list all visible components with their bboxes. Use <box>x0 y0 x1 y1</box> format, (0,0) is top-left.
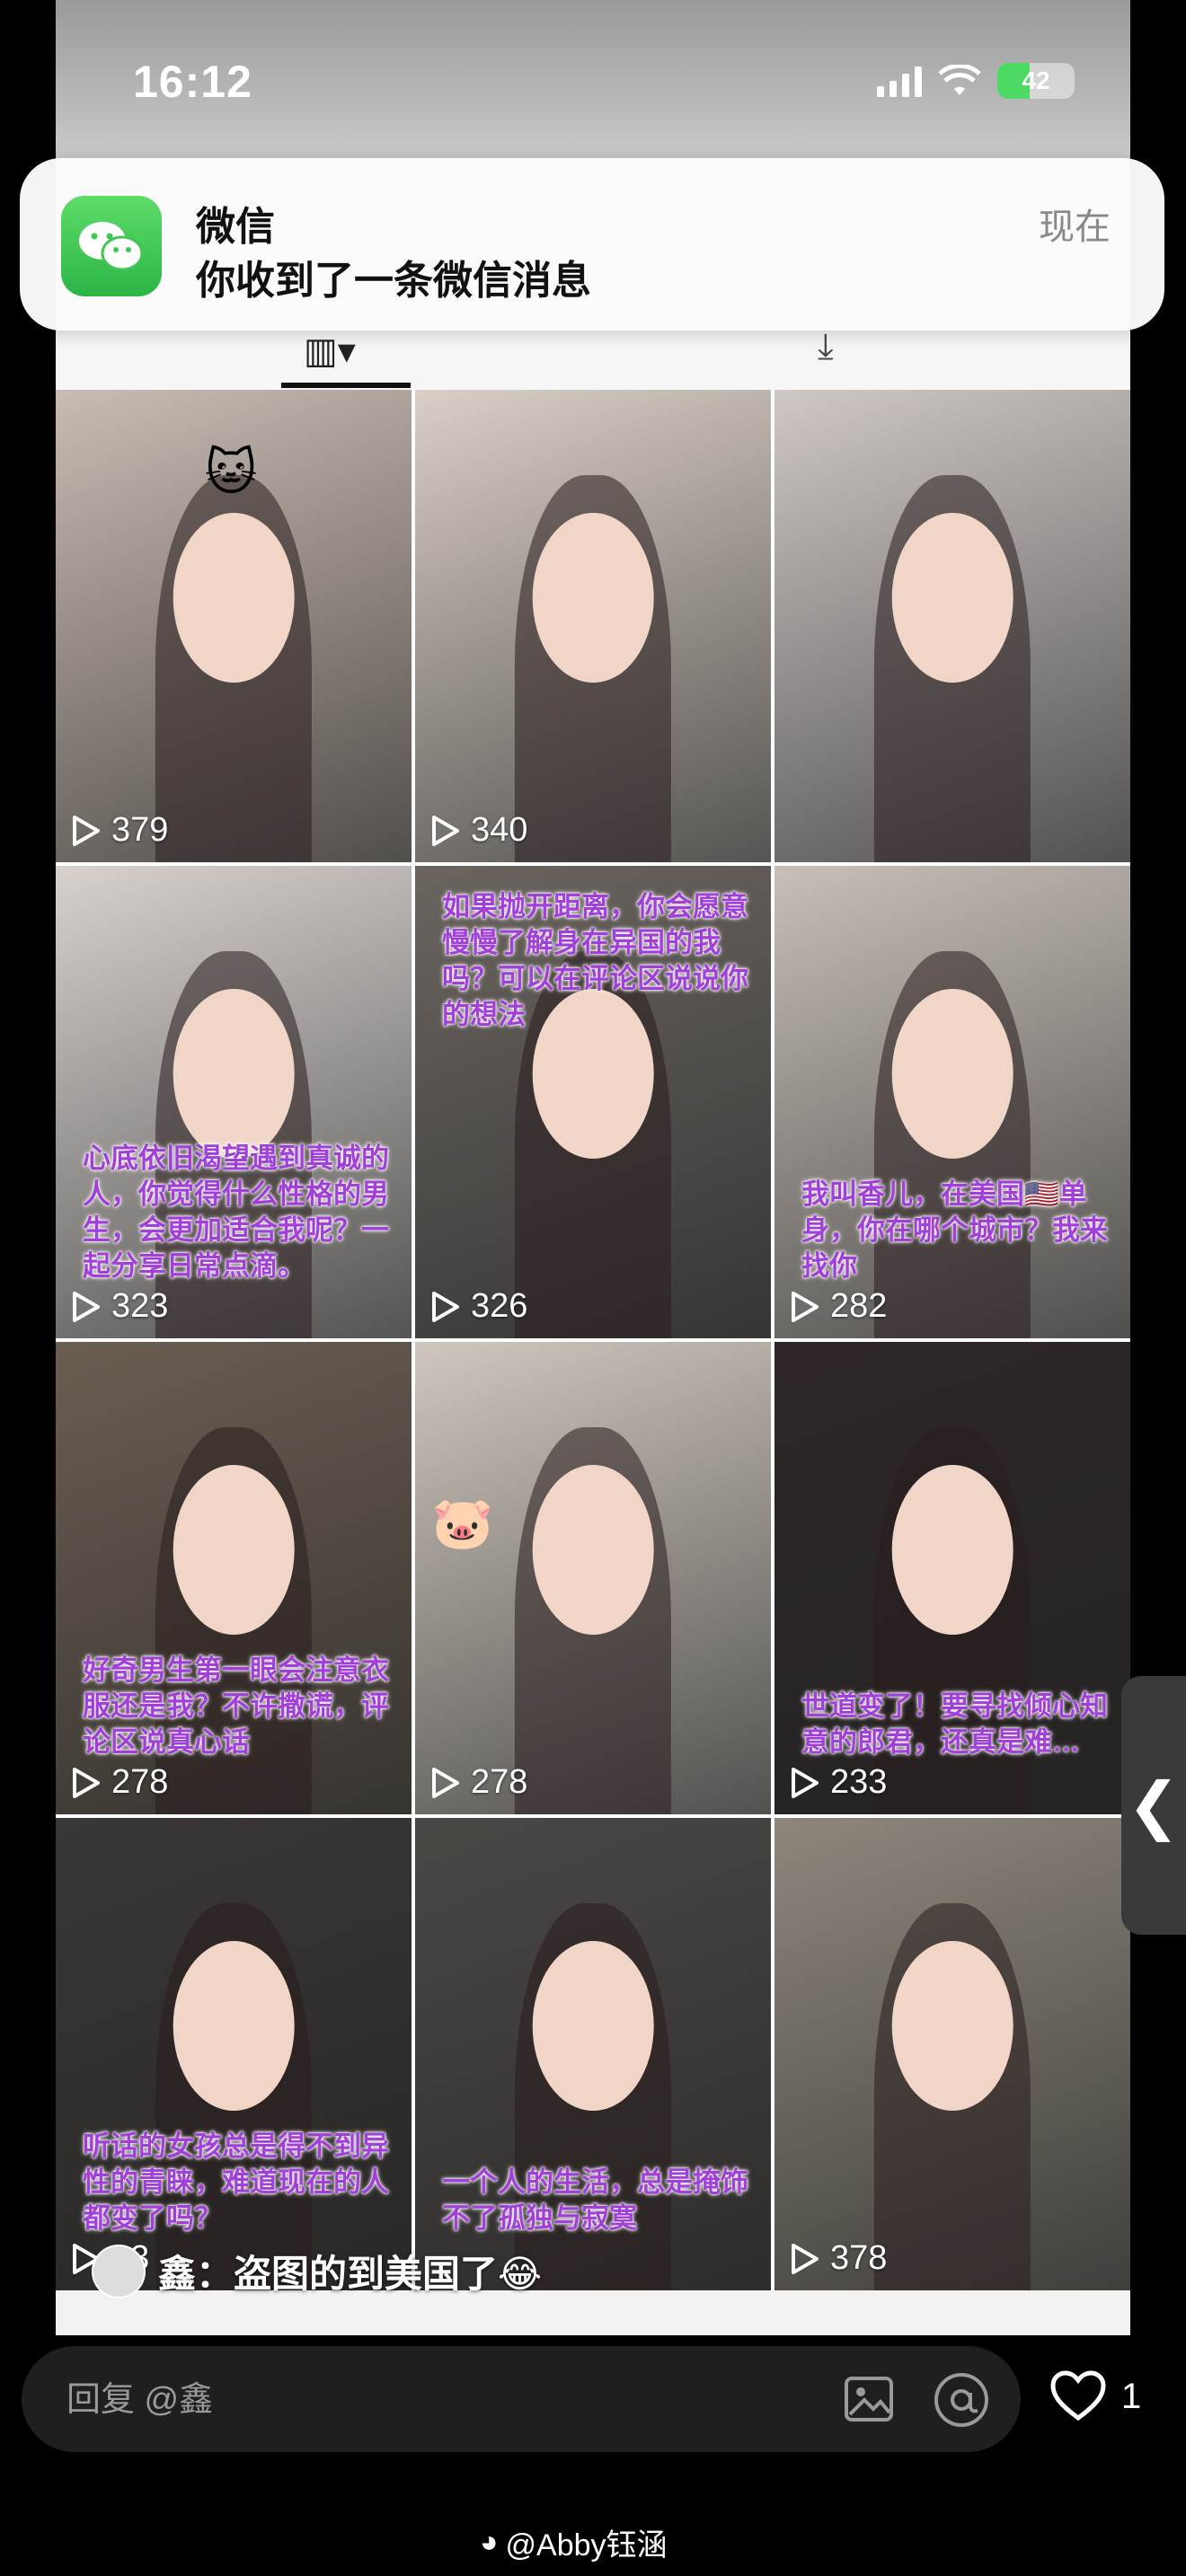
play-icon <box>432 815 459 846</box>
weibo-icon: ◕ <box>480 2525 499 2559</box>
avatar <box>92 2244 146 2298</box>
sticker: 🐱 <box>204 444 258 500</box>
video-thumbnail[interactable]: 340 <box>415 390 771 862</box>
thumbnail-caption: 世道变了！要寻找倾心知意的郎君，还真是难… <box>801 1690 1108 1758</box>
thumbnail-caption: 如果抛开距离，你会愿意慢慢了解身在异国的我吗？可以在评论区说说你的想法 <box>442 891 748 1030</box>
thumbnail-face <box>891 1940 1013 2112</box>
thumbnail-caption: 听话的女孩总是得不到异性的青睐，难道现在的人都变了吗？ <box>83 2130 389 2234</box>
thumbnail-caption: 心底依旧渴望遇到真诚的人，你觉得什么性格的男生，会更加适合我呢？一起分享日常点滴… <box>83 1142 389 1282</box>
play-icon <box>792 2243 819 2274</box>
video-thumbnail[interactable]: 我叫香儿，在美国🇺🇸单身，你在哪个城市？我来找你 282 <box>774 866 1130 1338</box>
status-indicators: 42 <box>877 63 1075 99</box>
video-grid: 🐱 379 340 心底依旧渴望遇到真诚的人，你觉得什么性格的男生，会更加适合我呢？一… <box>56 390 1130 2290</box>
view-count: 278 <box>70 1763 168 1802</box>
screen: 16:12 42 ▥▾ ⤓ 🐱 379 340 心底依旧渴望遇到真诚的人，你觉得什么性… <box>56 0 1130 2335</box>
cellular-signal-icon <box>877 65 922 97</box>
page: 16:12 42 ▥▾ ⤓ 🐱 379 340 心底依旧渴望遇到真诚的人，你觉得什么性… <box>0 0 1186 2576</box>
thumbnail-face <box>532 1940 654 2112</box>
view-count: 379 <box>70 811 168 850</box>
like-tab-icon[interactable]: ⤓ <box>818 327 834 367</box>
wechat-icon <box>61 196 162 296</box>
wechat-notification[interactable]: 微信 你收到了一条微信消息 现在 <box>20 158 1164 331</box>
view-count-number: 323 <box>111 1287 169 1325</box>
view-count: 340 <box>429 811 527 850</box>
grid-tab-icon[interactable]: ▥▾ <box>304 331 356 372</box>
thumbnail-face <box>891 988 1013 1160</box>
battery-level: 42 <box>1022 66 1050 94</box>
view-count-number: 278 <box>111 1763 169 1801</box>
video-thumbnail[interactable]: 一个人的生活，总是掩饰不了孤独与寂寞 <box>415 1818 771 2290</box>
notification-message: 你收到了一条微信消息 <box>196 259 591 303</box>
watermark: ◕ @Abby钰涵 <box>480 2520 668 2564</box>
thumbnail-caption: 好奇男生第一眼会注意衣服还是我？不许撒谎，评论区说真心话 <box>83 1654 389 1758</box>
profile-tabs: ▥▾ ⤓ <box>56 323 1130 390</box>
video-thumbnail[interactable]: 世道变了！要寻找倾心知意的郎君，还真是难… 233 <box>774 1342 1130 1814</box>
heart-icon <box>1050 2370 1106 2422</box>
video-thumbnail[interactable]: 🐷 278 <box>415 1342 771 1814</box>
thumbnail-face <box>532 512 654 684</box>
thumbnail-face <box>173 1940 295 2112</box>
comment-text: 鑫：盗图的到美国了😂 <box>158 2253 543 2295</box>
notification-app-name: 微信 <box>196 205 275 249</box>
view-count-number: 282 <box>830 1287 888 1325</box>
video-thumbnail[interactable] <box>774 390 1130 862</box>
play-icon <box>432 1291 459 1322</box>
view-count: 323 <box>70 1287 168 1326</box>
play-icon <box>432 1767 459 1798</box>
thumbnail-face <box>532 1464 654 1636</box>
at-icon[interactable] <box>933 2371 990 2429</box>
notification-time: 现在 <box>1039 207 1111 247</box>
battery-indicator: 42 <box>997 63 1075 99</box>
thumbnail-face <box>173 512 295 684</box>
view-count-number: 378 <box>830 2239 888 2277</box>
play-icon <box>73 1291 100 1322</box>
active-tab-indicator <box>281 383 411 388</box>
thumbnail-face <box>891 1464 1013 1636</box>
watermark-text: @Abby钰涵 <box>505 2528 668 2563</box>
video-thumbnail[interactable]: 心底依旧渴望遇到真诚的人，你觉得什么性格的男生，会更加适合我呢？一起分享日常点滴… <box>56 866 412 1338</box>
play-icon <box>73 1767 100 1798</box>
sticker: 🐷 <box>431 1495 494 1551</box>
like-count: 1 <box>1121 2376 1142 2416</box>
video-thumbnail[interactable]: 🐱 379 <box>56 390 412 862</box>
play-icon <box>73 815 100 846</box>
play-icon <box>792 1291 819 1322</box>
video-thumbnail[interactable]: 好奇男生第一眼会注意衣服还是我？不许撒谎，评论区说真心话 278 <box>56 1342 412 1814</box>
thumbnail-face <box>173 1464 295 1636</box>
view-count-number: 340 <box>471 811 528 849</box>
view-count-number: 278 <box>471 1763 528 1801</box>
side-panel-handle[interactable]: ❮ <box>1121 1676 1186 1935</box>
video-thumbnail[interactable]: 听话的女孩总是得不到异性的青睐，难道现在的人都变了吗？23 <box>56 1818 412 2290</box>
thumbnail-caption: 一个人的生活，总是掩饰不了孤独与寂寞 <box>442 2166 748 2234</box>
status-time: 16:12 <box>133 57 252 107</box>
view-count-number: 379 <box>111 811 169 849</box>
view-count: 278 <box>429 1763 527 1802</box>
thumbnail-caption: 我叫香儿，在美国🇺🇸单身，你在哪个城市？我来找你 <box>801 1178 1108 1282</box>
play-icon <box>792 1767 819 1798</box>
wifi-icon <box>938 65 981 95</box>
like-button[interactable]: 1 <box>1049 2369 1141 2423</box>
view-count: 233 <box>789 1763 887 1802</box>
view-count-number: 326 <box>471 1287 528 1325</box>
comment-overlay: 鑫：盗图的到美国了😂 <box>92 2244 542 2298</box>
view-count-number: 233 <box>830 1763 888 1801</box>
view-count: 282 <box>789 1287 887 1326</box>
view-count: 326 <box>429 1287 527 1326</box>
image-icon[interactable] <box>843 2373 895 2425</box>
thumbnail-face <box>891 512 1013 684</box>
reply-input[interactable] <box>65 2373 769 2427</box>
reply-bar <box>22 2346 1021 2452</box>
thumbnail-face <box>173 988 295 1160</box>
video-thumbnail[interactable]: 378 <box>774 1818 1130 2290</box>
view-count: 378 <box>789 2239 887 2278</box>
video-thumbnail[interactable]: 如果抛开距离，你会愿意慢慢了解身在异国的我吗？可以在评论区说说你的想法 326 <box>415 866 771 1338</box>
